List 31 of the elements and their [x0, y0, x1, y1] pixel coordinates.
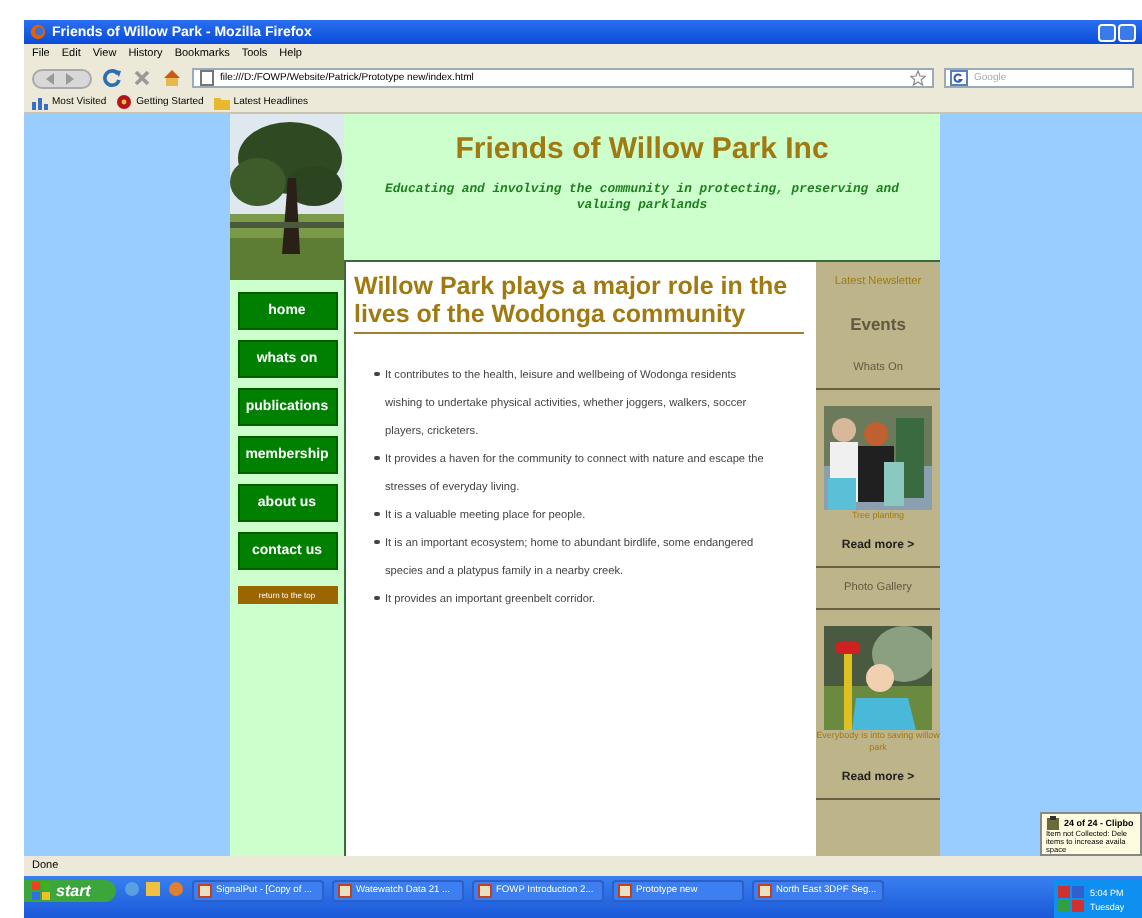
firefox-icon — [30, 24, 46, 40]
bullet-icon — [374, 539, 379, 544]
quick-launch-icon[interactable] — [124, 880, 184, 898]
site-title: Friends of Willow Park Inc — [455, 132, 829, 166]
start-button[interactable]: start — [24, 880, 116, 902]
window-icon — [618, 884, 632, 898]
article-heading: Willow Park plays a major role in the lives of the Wodonga community — [354, 274, 804, 333]
window-icon — [338, 884, 352, 898]
flower-icon — [116, 94, 133, 110]
window-icon — [198, 884, 212, 898]
folder-icon — [213, 94, 230, 110]
sidebar-link[interactable]: Events — [850, 300, 906, 342]
tray-icons — [1058, 885, 1086, 913]
bar-chart-icon — [32, 94, 48, 110]
bullet-icon — [374, 455, 379, 460]
bullet-icon — [374, 511, 379, 516]
page-icon — [200, 70, 214, 86]
home-icon[interactable] — [162, 68, 182, 88]
clipboard-icon — [1046, 816, 1060, 830]
google-icon — [950, 70, 970, 86]
minimize-button[interactable] — [1098, 23, 1116, 41]
window-icon — [758, 884, 772, 898]
back-forward-icon[interactable] — [32, 67, 92, 89]
bullet-icon — [374, 595, 379, 600]
star-icon[interactable] — [910, 70, 926, 86]
reload-icon[interactable] — [102, 68, 122, 88]
maximize-button[interactable] — [1118, 23, 1136, 41]
window-icon — [478, 884, 492, 898]
stop-icon[interactable] — [132, 68, 152, 88]
bullet-icon — [374, 371, 379, 376]
windows-flag-icon — [32, 882, 50, 900]
